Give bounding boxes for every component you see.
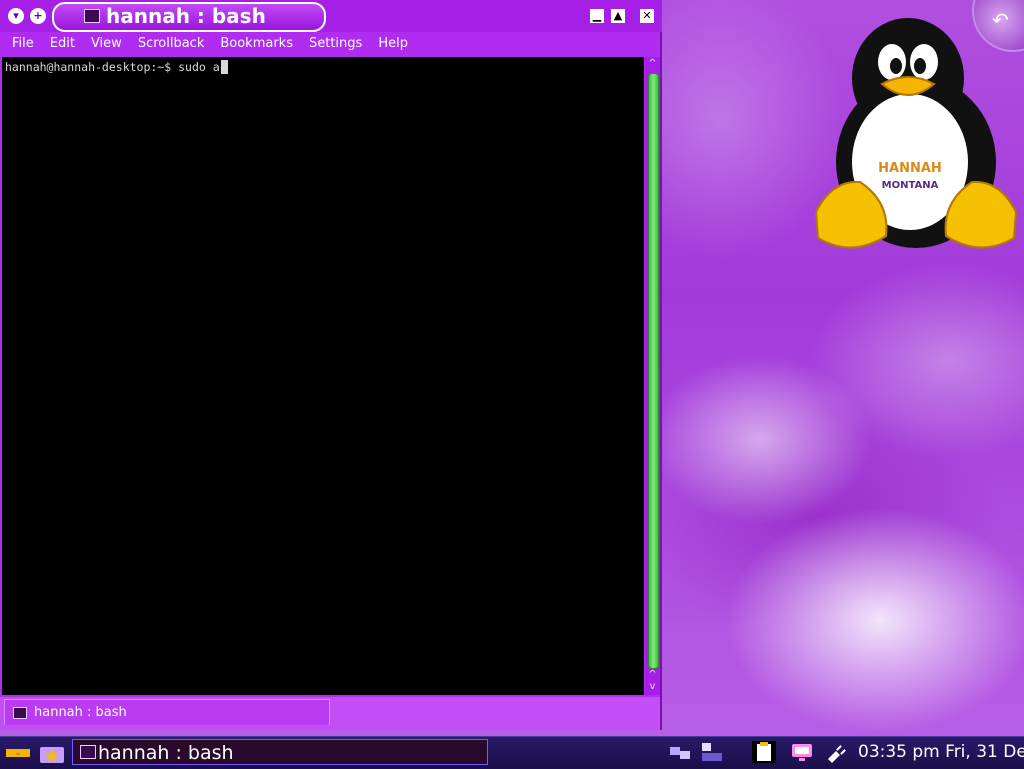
- menubar: File Edit View Scrollback Bookmarks Sett…: [0, 32, 660, 56]
- monitor-tray-icon[interactable]: [790, 741, 814, 763]
- mascot-logo-text: HANNAH: [878, 161, 942, 176]
- taskbar-task-button[interactable]: hannah : bash: [72, 739, 488, 765]
- svg-text:MONTANA: MONTANA: [882, 180, 939, 191]
- scrollbar-thumb[interactable]: [648, 73, 659, 669]
- terminal-icon: [84, 9, 100, 23]
- svg-text:~: ~: [15, 751, 20, 758]
- network-tray-icon[interactable]: [668, 741, 692, 763]
- minimize-button[interactable]: ▁: [590, 9, 604, 23]
- folder-star-icon[interactable]: [38, 741, 66, 765]
- terminal-icon: [80, 745, 96, 759]
- vertical-scrollbar[interactable]: ^ ^ v: [645, 57, 660, 695]
- maximize-button[interactable]: ▲: [611, 9, 625, 23]
- command-input: sudo a: [178, 60, 220, 74]
- kmenu-icon[interactable]: ~: [4, 741, 32, 765]
- window-titlebar[interactable]: ▾ + hannah : bash ▁ ▲ ✕: [0, 0, 662, 32]
- session-tabbar: hannah : bash: [0, 697, 660, 730]
- scroll-down-arrow-1[interactable]: ^: [645, 669, 660, 681]
- tux-penguin-image: HANNAH MONTANA: [814, 18, 1018, 249]
- menu-bookmarks[interactable]: Bookmarks: [212, 34, 301, 54]
- scroll-up-arrow[interactable]: ^: [645, 58, 660, 70]
- session-tab-label: hannah : bash: [34, 705, 127, 720]
- taskbar-clock[interactable]: 03:35 pm Fri, 31 Dec: [858, 741, 1024, 763]
- power-plug-icon[interactable]: [824, 741, 848, 763]
- scroll-down-arrow-2[interactable]: v: [645, 681, 660, 693]
- session-tab[interactable]: hannah : bash: [4, 699, 330, 725]
- text-cursor: [220, 60, 228, 74]
- menu-scrollback[interactable]: Scrollback: [130, 34, 213, 54]
- menu-help[interactable]: Help: [370, 34, 416, 54]
- desktop-pager-icon[interactable]: [700, 741, 724, 763]
- menu-settings[interactable]: Settings: [301, 34, 370, 54]
- sticky-button[interactable]: +: [30, 8, 46, 24]
- window-title-pill: hannah : bash: [52, 2, 326, 32]
- menu-file[interactable]: File: [4, 34, 42, 54]
- terminal-console[interactable]: hannah@hannah-desktop:~$ sudo a: [2, 57, 644, 695]
- clipboard-tray-icon[interactable]: [752, 741, 776, 763]
- shell-prompt: hannah@hannah-desktop:~$: [5, 60, 179, 74]
- window-title: hannah : bash: [106, 4, 266, 28]
- window-menu-button[interactable]: ▾: [8, 8, 24, 24]
- command-line: hannah@hannah-desktop:~$ sudo a: [5, 60, 228, 75]
- close-button[interactable]: ✕: [640, 9, 654, 23]
- konsole-window: ▾ + hannah : bash ▁ ▲ ✕ File Edit View S…: [0, 0, 662, 730]
- terminal-icon: [13, 707, 27, 719]
- menu-view[interactable]: View: [83, 34, 130, 54]
- taskbar: ~ hannah : bash 03:35 pm Fri, 31 Dec: [0, 736, 1024, 769]
- taskbar-task-label: hannah : bash: [98, 742, 234, 764]
- menu-edit[interactable]: Edit: [42, 34, 83, 54]
